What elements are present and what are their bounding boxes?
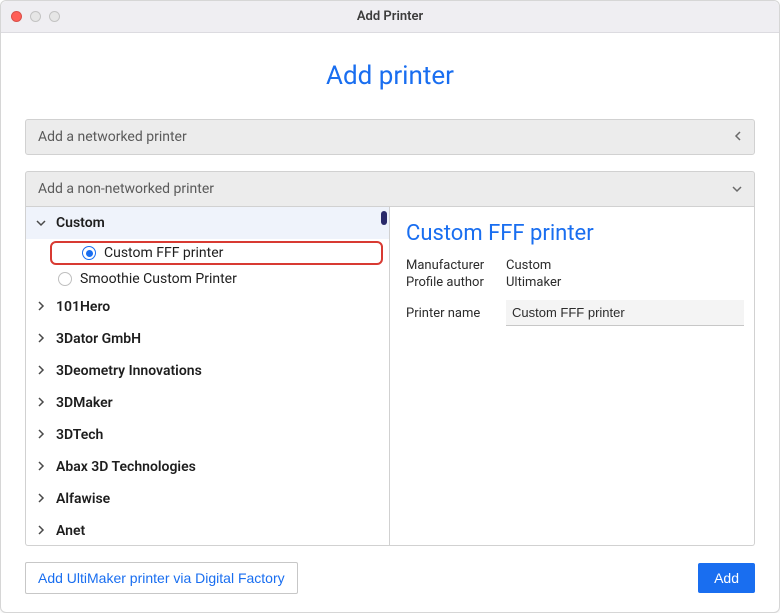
chevron-right-icon	[36, 397, 46, 410]
details-title: Custom FFF printer	[406, 221, 744, 246]
tree-group-label: Alfawise	[56, 491, 110, 507]
radio-icon[interactable]	[82, 246, 96, 260]
tree-group[interactable]: 3DMaker	[26, 387, 389, 419]
add-via-digital-factory-button[interactable]: Add UltiMaker printer via Digital Factor…	[25, 562, 298, 594]
chevron-right-icon	[36, 429, 46, 442]
tree-group-custom[interactable]: Custom	[26, 207, 389, 239]
chevron-right-icon	[36, 461, 46, 474]
manufacturer-row: Manufacturer Custom	[406, 258, 744, 273]
tree-group-label: Custom	[56, 215, 105, 231]
printer-tree: Custom Custom FFF printer Smoothie Custo…	[26, 207, 390, 545]
manufacturer-label: Manufacturer	[406, 258, 506, 273]
scrollbar-thumb[interactable]	[381, 211, 387, 225]
tree-item-label: Smoothie Custom Printer	[80, 271, 237, 287]
printer-name-row: Printer name	[406, 300, 744, 326]
window-title: Add Printer	[1, 9, 779, 24]
manufacturer-value: Custom	[506, 258, 551, 273]
tree-group[interactable]: 3Dator GmbH	[26, 323, 389, 355]
add-button[interactable]: Add	[698, 563, 755, 593]
tree-group-label: Anet	[56, 523, 85, 539]
page-title: Add printer	[25, 61, 755, 91]
tree-item-custom-fff[interactable]: Custom FFF printer	[50, 241, 383, 265]
content: Add printer Add a networked printer Add …	[1, 33, 779, 612]
printer-details: Custom FFF printer Manufacturer Custom P…	[390, 207, 754, 545]
section-networked-label: Add a networked printer	[38, 129, 187, 145]
chevron-right-icon	[36, 365, 46, 378]
tree-group[interactable]: Anet	[26, 515, 389, 545]
bottom-bar: Add UltiMaker printer via Digital Factor…	[25, 562, 755, 594]
add-printer-window: Add Printer Add printer Add a networked …	[0, 0, 780, 613]
radio-icon[interactable]	[58, 272, 72, 286]
author-label: Profile author	[406, 275, 506, 290]
author-value: Ultimaker	[506, 275, 561, 290]
tree-group-label: 3DTech	[56, 427, 103, 443]
tree-group-label: 3Deometry Innovations	[56, 363, 202, 379]
author-row: Profile author Ultimaker	[406, 275, 744, 290]
section-networked[interactable]: Add a networked printer	[25, 119, 755, 155]
printer-panel: Custom Custom FFF printer Smoothie Custo…	[25, 207, 755, 546]
section-nonnetworked[interactable]: Add a non-networked printer	[25, 171, 755, 207]
tree-group-label: 101Hero	[56, 299, 110, 315]
tree-group-label: Abax 3D Technologies	[56, 459, 196, 475]
chevron-right-icon	[36, 301, 46, 314]
printer-name-input[interactable]	[506, 300, 744, 326]
tree-group[interactable]: Abax 3D Technologies	[26, 451, 389, 483]
tree-item-label: Custom FFF printer	[104, 245, 223, 261]
chevron-right-icon	[36, 525, 46, 538]
chevron-left-icon	[734, 131, 742, 144]
chevron-down-icon	[36, 217, 46, 230]
tree-group[interactable]: 3Deometry Innovations	[26, 355, 389, 387]
tree-group[interactable]: 101Hero	[26, 291, 389, 323]
tree-group-label: 3DMaker	[56, 395, 113, 411]
chevron-right-icon	[36, 333, 46, 346]
section-nonnetworked-label: Add a non-networked printer	[38, 181, 214, 197]
chevron-down-icon	[732, 183, 742, 196]
tree-group[interactable]: 3DTech	[26, 419, 389, 451]
printer-name-label: Printer name	[406, 306, 506, 321]
tree-group[interactable]: Alfawise	[26, 483, 389, 515]
titlebar: Add Printer	[1, 1, 779, 33]
tree-group-label: 3Dator GmbH	[56, 331, 141, 347]
tree-item-smoothie[interactable]: Smoothie Custom Printer	[26, 267, 389, 291]
chevron-right-icon	[36, 493, 46, 506]
